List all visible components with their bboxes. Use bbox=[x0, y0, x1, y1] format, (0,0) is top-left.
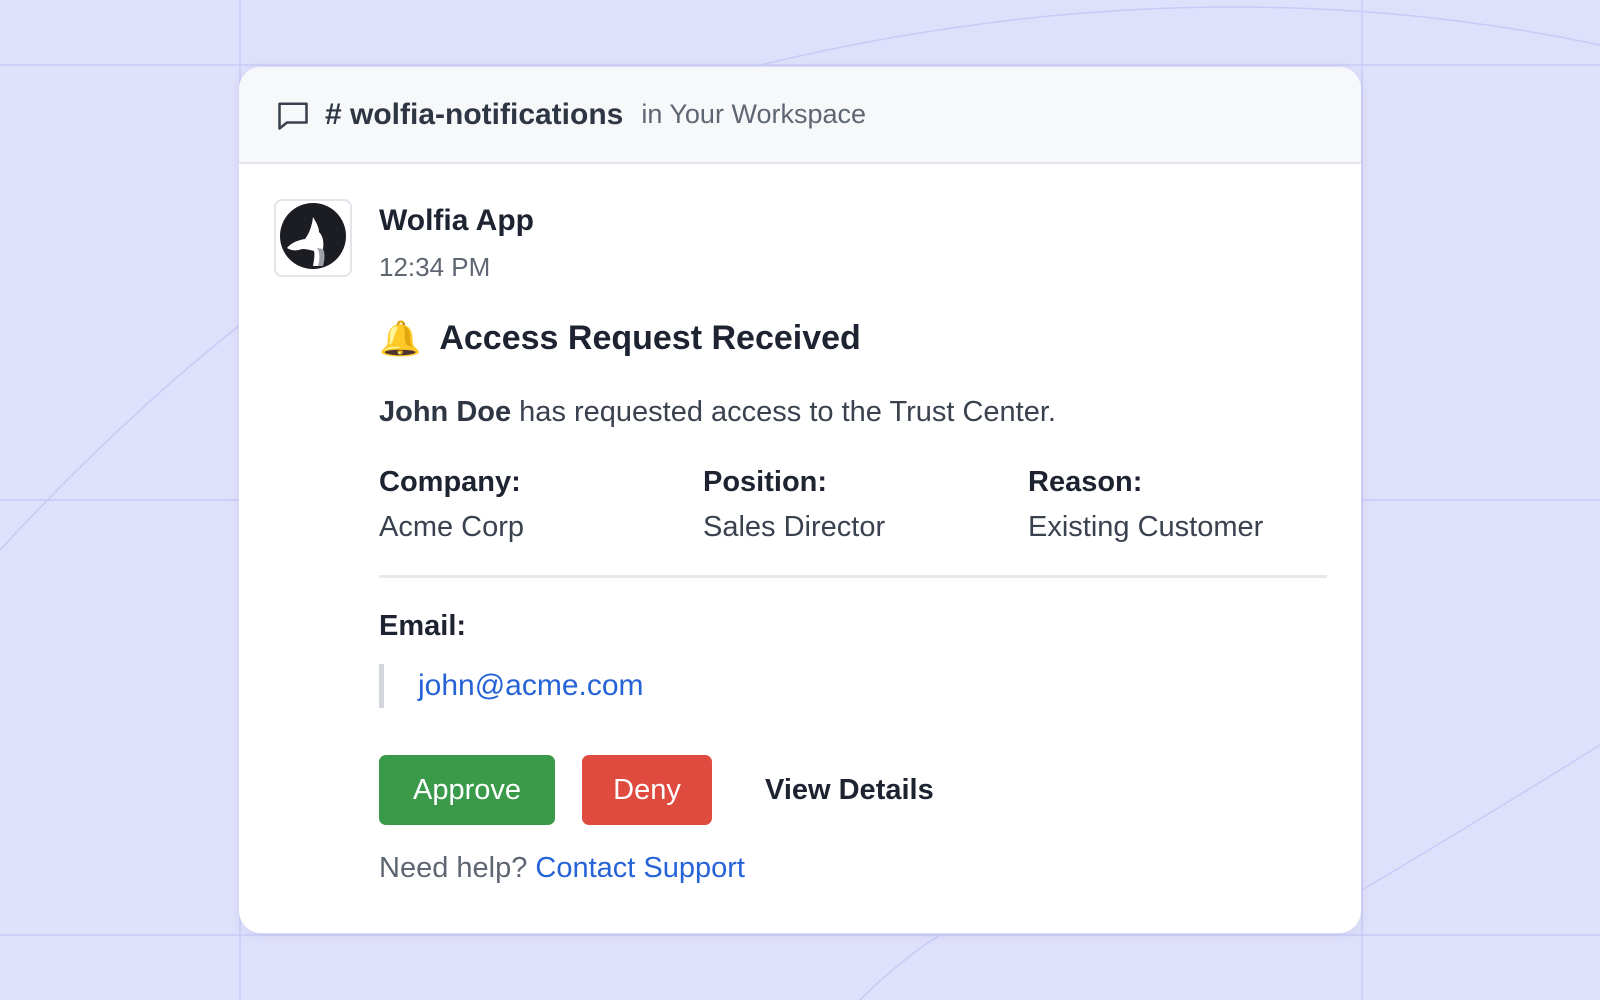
wolf-logo-icon bbox=[279, 202, 347, 275]
field-label: Reason: bbox=[1028, 466, 1143, 498]
help-prefix: Need help? bbox=[379, 852, 528, 884]
message-body: Wolfia App 12:34 PM 🔔 Access Request Rec… bbox=[239, 164, 1361, 931]
channel-name[interactable]: # wolfia-notifications bbox=[325, 98, 623, 132]
field-label: Company: bbox=[379, 466, 521, 498]
avatar[interactable] bbox=[274, 199, 352, 277]
chat-bubble-icon bbox=[275, 97, 311, 133]
request-body: has requested access to the Trust Center… bbox=[511, 396, 1056, 428]
sender-name[interactable]: Wolfia App bbox=[379, 204, 534, 238]
field-value: Existing Customer bbox=[1028, 511, 1264, 543]
requester-name: John Doe bbox=[379, 396, 512, 428]
field-value: Acme Corp bbox=[379, 511, 525, 543]
deny-button[interactable]: Deny bbox=[582, 755, 712, 825]
field-reason: Reason: Existing Customer bbox=[1028, 466, 1263, 544]
channel-header: # wolfia-notifications in Your Workspace bbox=[239, 67, 1361, 164]
request-text: John Doe has requested access to the Tru… bbox=[379, 396, 1056, 429]
message-title: Access Request Received bbox=[439, 319, 861, 357]
timestamp[interactable]: 12:34 PM bbox=[379, 252, 490, 283]
workspace-label: in Your Workspace bbox=[641, 99, 866, 129]
email-link[interactable]: john@acme.com bbox=[418, 669, 644, 703]
contact-support-link[interactable]: Contact Support bbox=[535, 852, 745, 884]
message-title-row: 🔔 Access Request Received bbox=[379, 319, 861, 358]
field-value: Sales Director bbox=[703, 511, 886, 543]
field-company: Company: Acme Corp bbox=[379, 466, 524, 544]
field-label: Position: bbox=[703, 466, 828, 498]
notification-card: # wolfia-notifications in Your Workspace… bbox=[239, 67, 1361, 933]
view-details-button[interactable]: View Details bbox=[765, 755, 934, 825]
approve-button[interactable]: Approve bbox=[379, 755, 555, 825]
email-label: Email: bbox=[379, 610, 467, 642]
divider bbox=[379, 575, 1327, 578]
action-buttons: Approve Deny View Details bbox=[379, 755, 934, 825]
help-text: Need help? Contact Support bbox=[379, 852, 745, 885]
email-quote: john@acme.com bbox=[379, 664, 644, 708]
bell-icon: 🔔 bbox=[379, 319, 422, 358]
field-position: Position: Sales Director bbox=[703, 466, 885, 544]
